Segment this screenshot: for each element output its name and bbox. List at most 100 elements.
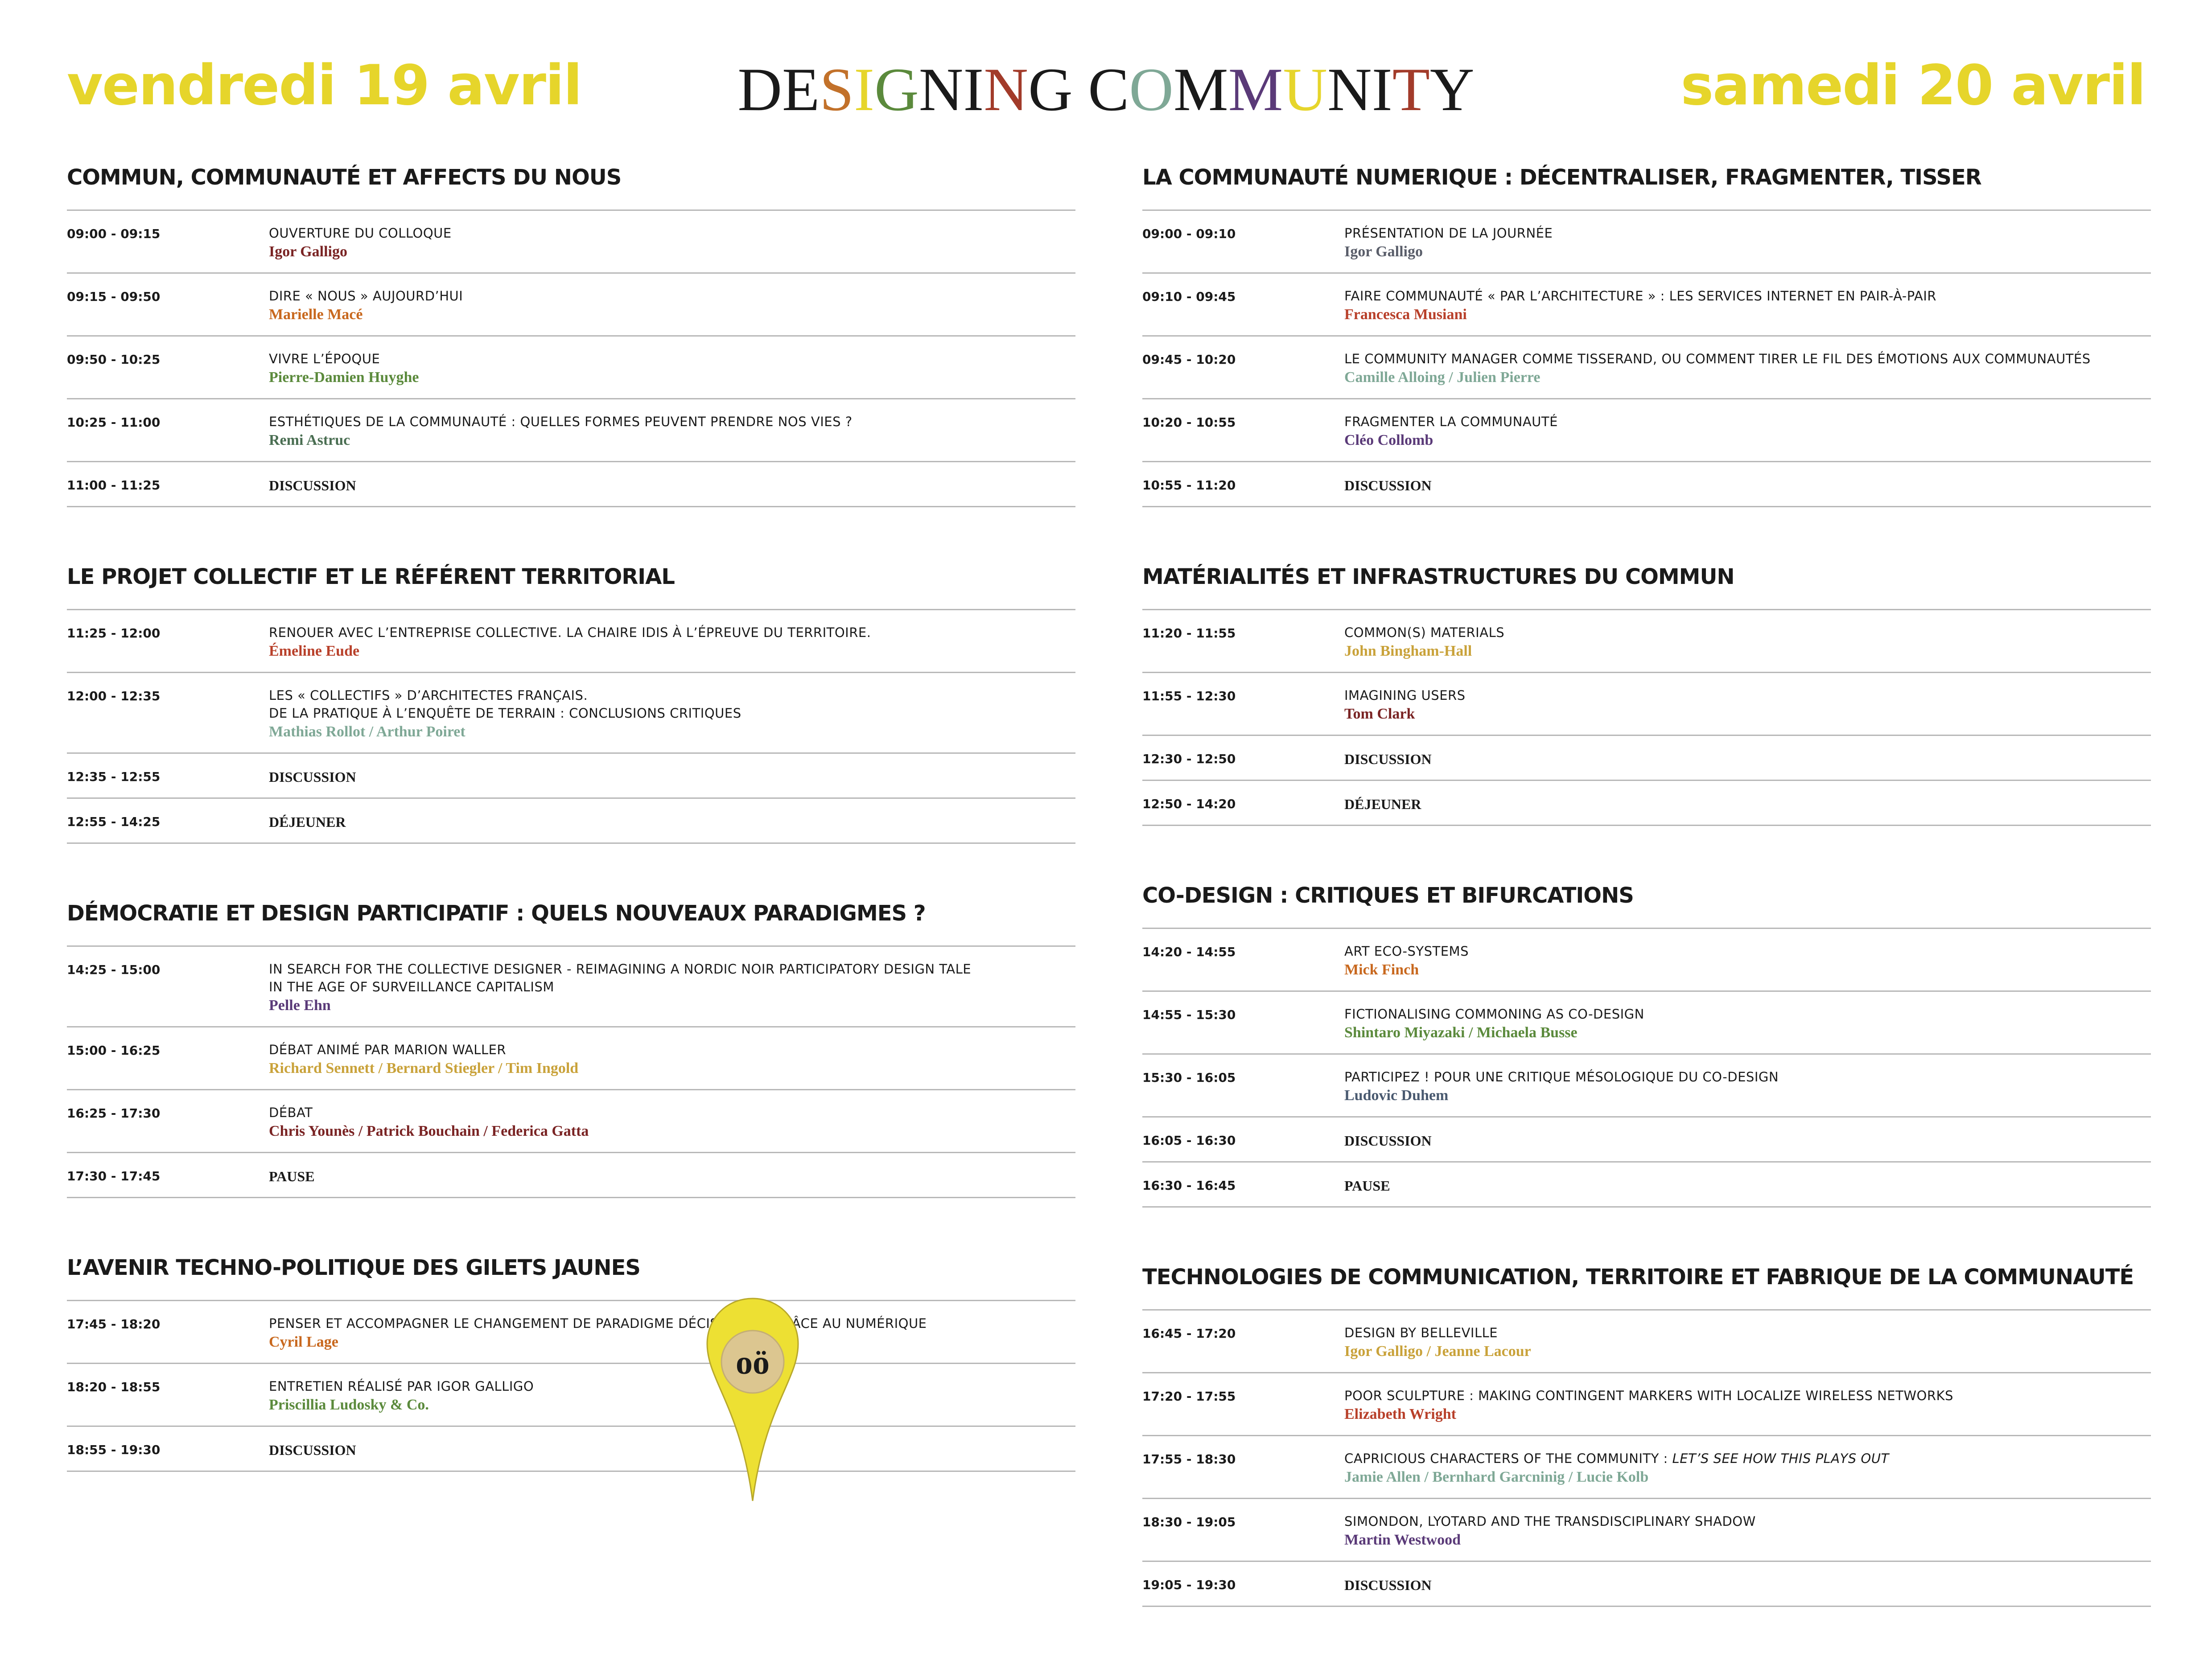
talk-title-text: PRÉSENTATION DE LA JOURNÉE [1344,226,1553,241]
talk-info: IMAGINING USERS Tom Clark [1344,686,2151,724]
session-block: LE PROJET COLLECTIF ET LE RÉFÉRENT TERRI… [67,564,1075,844]
talk-title: COMMON(S) MATERIALS [1344,624,2151,641]
time-slot: 12:00 - 12:35 [67,689,161,703]
speaker-names: Tom Clark [1344,706,1415,722]
talk-info: PARTICIPEZ ! POUR UNE CRITIQUE MÉSOLOGIQ… [1344,1068,2151,1105]
session-block: CO-DESIGN : CRITIQUES ET BIFURCATIONS 14:… [1142,883,2151,1208]
speaker-names: Francesca Musiani [1344,306,1467,323]
talk-title-text: DÉBAT ANIMÉ PAR MARION WALLER [269,1042,507,1057]
break-label: DISCUSSION [269,1442,356,1458]
talk-info: FICTIONALISING COMMONING AS CO-DESIGN Shi… [1344,1005,2151,1043]
speaker-names: Cléo Collomb [1344,432,1433,448]
schedule-row: 09:45 - 10:20 LE COMMUNITY MANAGER COMME … [1142,337,2151,399]
talk-title-text: IMAGINING USERS [1344,688,1466,703]
speaker-names: Shintaro Miyazaki / Michaela Busse [1344,1024,1578,1041]
break-label: DISCUSSION [269,477,356,493]
time-slot: 17:55 - 18:30 [1142,1452,1236,1467]
schedule-row: 17:45 - 18:20 PENSER ET ACCOMPAGNER LE CH… [67,1301,1075,1364]
talk-title-text: RENOUER AVEC L’ENTREPRISE COLLECTIVE. LA… [269,625,871,640]
talk-title: VIVRE L’ÉPOQUE [269,350,1075,368]
title-letter: N [984,55,1029,123]
time-slot: 10:20 - 10:55 [1142,415,1236,430]
time-slot: 18:55 - 19:30 [67,1442,161,1457]
time-slot: 19:05 - 19:30 [1142,1578,1236,1592]
schedule-row: 14:20 - 14:55 ART ECO-SYSTEMS Mick Finch [1142,929,2151,992]
logo-text: oö [736,1344,770,1381]
saturday-schedule: LA COMMUNAUTÉ NUMERIQUE : DÉCENTRALISER,… [1142,165,2151,1664]
talk-info: POOR SCULPTURE : MAKING CONTINGENT MARKE… [1344,1387,2151,1424]
talk-info: ENTRETIEN RÉALISÉ PAR IGOR GALLIGO Prisci… [269,1377,1075,1415]
talk-title-italic: LET’S SEE HOW THIS PLAYS OUT [1672,1451,1889,1466]
talk-info: PAUSE [1344,1176,2151,1196]
schedule-row: 17:55 - 18:30 CAPRICIOUS CHARACTERS OF TH… [1142,1436,2151,1499]
talk-info: DISCUSSION [1344,1131,2151,1150]
title-letter: N [1327,55,1372,123]
talk-info: DISCUSSION [1344,1575,2151,1595]
talk-info: OUVERTURE DU COLLOQUE Igor Galligo [269,224,1075,262]
time-slot: 15:00 - 16:25 [67,1043,161,1058]
time-slot: 14:20 - 14:55 [1142,945,1236,959]
time-slot: 09:15 - 09:50 [67,289,161,304]
talk-title-text: LE COMMUNITY MANAGER COMME TISSERAND, OU… [1344,351,2091,366]
time-slot: 18:30 - 19:05 [1142,1515,1236,1529]
speaker-names: Jamie Allen / Bernhard Garcninig / Lucie… [1344,1469,1649,1485]
location-pin-logo: oö [706,1298,799,1501]
pin-shape [706,1298,799,1501]
talk-title-text: POOR SCULPTURE : MAKING CONTINGENT MARKE… [1344,1388,1953,1403]
break-label: DISCUSSION [1344,1133,1432,1149]
talk-title-text: FAIRE COMMUNAUTÉ « PAR L’ARCHITECTURE » … [1344,288,1936,304]
schedule-row: 09:00 - 09:10 PRÉSENTATION DE LA JOURNÉE I… [1142,211,2151,274]
talk-info: DISCUSSION [1344,476,2151,495]
talk-title: ESTHÉTIQUES DE LA COMMUNAUTÉ : QUELLES F… [269,413,1075,431]
talk-title: IN SEARCH FOR THE COLLECTIVE DESIGNER - … [269,960,1075,978]
talk-title-text: ESTHÉTIQUES DE LA COMMUNAUTÉ : QUELLES F… [269,414,853,429]
talk-title-text: OUVERTURE DU COLLOQUE [269,226,452,241]
speaker-names: Cyril Lage [269,1334,338,1350]
time-slot: 12:35 - 12:55 [67,769,161,784]
schedule-row: 14:55 - 15:30 FICTIONALISING COMMONING AS… [1142,992,2151,1055]
schedule-row: 10:20 - 10:55 FRAGMENTER LA COMMUNAUTÉ Clé… [1142,399,2151,462]
session-title: LE PROJET COLLECTIF ET LE RÉFÉRENT TERRI… [67,564,1075,610]
break-label: DISCUSSION [1344,477,1432,493]
session-title: TECHNOLOGIES DE COMMUNICATION, TERRITOIR… [1142,1265,2151,1311]
title-letter: G [874,55,919,123]
talk-title-line2: IN THE AGE OF SURVEILLANCE CAPITALISM [269,979,554,994]
talk-info: LE COMMUNITY MANAGER COMME TISSERAND, OU… [1344,350,2151,387]
session-block: MATÉRIALITÉS ET INFRASTRUCTURES DU COMMU… [1142,564,2151,826]
talk-info: DISCUSSION [1344,749,2151,769]
talk-title: POOR SCULPTURE : MAKING CONTINGENT MARKE… [1344,1387,2151,1405]
talk-info: FRAGMENTER LA COMMUNAUTÉ Cléo Collomb [1344,413,2151,450]
talk-info: COMMON(S) MATERIALS John Bingham-Hall [1344,624,2151,661]
session-title: CO-DESIGN : CRITIQUES ET BIFURCATIONS [1142,883,2151,929]
talk-info: SIMONDON, LYOTARD AND THE TRANSDISCIPLIN… [1344,1512,2151,1550]
speaker-names: Martin Westwood [1344,1532,1461,1548]
title-letter: N [919,55,964,123]
speaker-names: Chris Younès / Patrick Bouchain / Federi… [269,1123,589,1139]
session-block: DÉMOCRATIE ET DESIGN PARTICIPATIF : QUEL… [67,901,1075,1198]
time-slot: 11:20 - 11:55 [1142,626,1236,641]
title-letter: Y [1429,55,1475,123]
time-slot: 15:30 - 16:05 [1142,1070,1236,1085]
talk-title-text: ENTRETIEN RÉALISÉ PAR IGOR GALLIGO [269,1379,534,1394]
talk-title: ENTRETIEN RÉALISÉ PAR IGOR GALLIGO [269,1377,1075,1395]
session-title: COMMUN, COMMUNAUTÉ ET AFFECTS DU NOUS [67,165,1075,211]
title-letter: T [1392,55,1430,123]
talk-title-text: COMMON(S) MATERIALS [1344,625,1505,640]
session-title: L’AVENIR TECHNO-POLITIQUE DES GILETS JAU… [67,1255,1075,1301]
time-slot: 11:55 - 12:30 [1142,689,1236,703]
title-letter: I [854,55,875,123]
talk-info: DISCUSSION [269,476,1075,495]
title-letter: U [1283,55,1328,123]
speaker-names: Igor Galligo [1344,243,1423,260]
schedule-row: 12:55 - 14:25 DÉJEUNER [67,799,1075,844]
day-label-saturday: samedi 20 avril [1681,53,2146,118]
talk-title: PRÉSENTATION DE LA JOURNÉE [1344,224,2151,242]
schedule-row: 09:50 - 10:25 VIVRE L’ÉPOQUE Pierre-Damien… [67,337,1075,399]
speaker-names: Igor Galligo / Jeanne Lacour [1344,1343,1531,1360]
time-slot: 12:30 - 12:50 [1142,752,1236,766]
talk-info: DESIGN BY BELLEVILLE Igor Galligo / Jeann… [1344,1324,2151,1361]
talk-title-text: CAPRICIOUS CHARACTERS OF THE COMMUNITY : [1344,1451,1672,1466]
talk-title-text: DIRE « NOUS » AUJOURD’HUI [269,288,463,304]
time-slot: 12:50 - 14:20 [1142,797,1236,811]
schedule-row: 15:00 - 16:25 DÉBAT ANIMÉ PAR MARION WALL… [67,1027,1075,1090]
